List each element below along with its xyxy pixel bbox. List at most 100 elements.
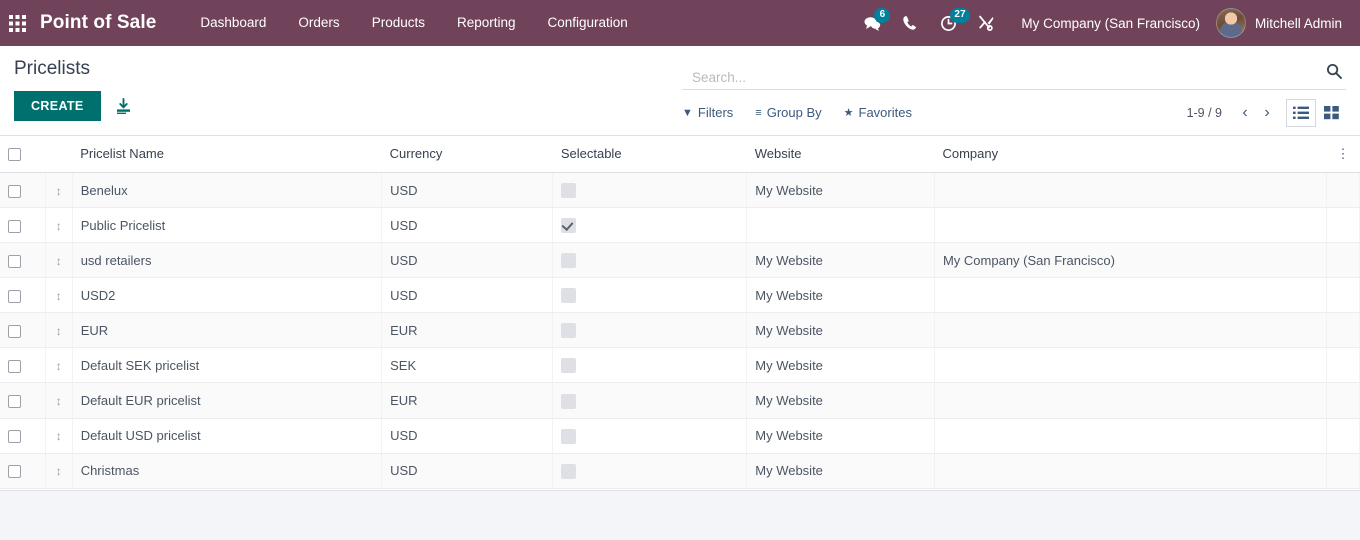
cell-row-end <box>1326 347 1360 384</box>
activities-clock-icon[interactable]: 27 <box>929 0 970 46</box>
select-all-checkbox[interactable] <box>8 148 21 162</box>
vertical-dots-icon[interactable]: ⋮ <box>1334 147 1351 160</box>
search-input[interactable] <box>682 70 1326 86</box>
drag-handle-icon[interactable]: ↕ <box>56 359 62 373</box>
drag-handle-icon[interactable]: ↕ <box>56 429 62 443</box>
selectable-checkbox-checked[interactable] <box>561 218 577 234</box>
messages-icon[interactable]: 6 <box>853 0 891 46</box>
select-all-header <box>0 136 46 174</box>
column-header-name[interactable]: Pricelist Name <box>72 136 382 174</box>
pager-next-button[interactable]: › <box>1256 104 1278 122</box>
column-header-company[interactable]: Company <box>934 136 1327 174</box>
cell-currency: USD <box>381 242 554 279</box>
drag-handle-icon[interactable]: ↕ <box>56 324 62 338</box>
cell-row-end <box>1326 172 1360 209</box>
row-drag-handle-cell: ↕ <box>45 242 73 279</box>
drag-handle-icon[interactable]: ↕ <box>56 254 62 268</box>
drag-handle-icon[interactable]: ↕ <box>56 464 62 478</box>
selectable-checkbox-unchecked[interactable] <box>561 393 577 409</box>
menu-item-reporting[interactable]: Reporting <box>441 0 532 46</box>
table-row[interactable]: ↕ Default USD pricelist USD My Website <box>0 418 1360 454</box>
cell-company <box>934 207 1327 244</box>
group-by-button[interactable]: ≡ Group By <box>755 105 821 120</box>
menu-item-products[interactable]: Products <box>356 0 441 46</box>
menu-item-configuration[interactable]: Configuration <box>532 0 644 46</box>
username-label: Mitchell Admin <box>1254 15 1342 31</box>
menu-item-orders[interactable]: Orders <box>282 0 355 46</box>
cell-currency: SEK <box>381 347 554 384</box>
cell-website: My Website <box>746 242 935 279</box>
cell-company <box>934 277 1327 314</box>
menu-item-dashboard[interactable]: Dashboard <box>184 0 282 46</box>
selectable-checkbox-unchecked[interactable] <box>561 323 577 339</box>
row-select-checkbox[interactable] <box>8 465 21 479</box>
phone-icon[interactable] <box>891 0 929 46</box>
table-row[interactable]: ↕ Christmas USD My Website <box>0 453 1360 489</box>
pager-previous-button[interactable]: ‹ <box>1234 104 1256 122</box>
row-select-checkbox[interactable] <box>8 324 21 338</box>
messages-badge: 6 <box>874 8 891 23</box>
table-row[interactable]: ↕ Public Pricelist USD <box>0 207 1360 244</box>
cell-row-end <box>1326 312 1360 349</box>
filters-button[interactable]: ▼ Filters <box>682 105 733 120</box>
user-menu[interactable]: Mitchell Admin <box>1215 8 1360 38</box>
row-drag-handle-cell: ↕ <box>45 207 73 244</box>
top-navbar: Point of Sale Dashboard Orders Products … <box>0 0 1360 46</box>
selectable-checkbox-unchecked[interactable] <box>561 183 577 199</box>
drag-handle-icon[interactable]: ↕ <box>56 219 62 233</box>
active-company-label[interactable]: My Company (San Francisco) <box>1005 16 1216 31</box>
row-select-checkbox[interactable] <box>8 359 21 373</box>
table-row[interactable]: ↕ usd retailers USD My Website My Company (S… <box>0 242 1360 279</box>
row-select-checkbox[interactable] <box>8 254 21 268</box>
cell-website: My Website <box>746 347 935 384</box>
tools-icon[interactable] <box>967 0 1005 46</box>
table-row[interactable]: ↕ Benelux USD My Website <box>0 172 1360 209</box>
table-row[interactable]: ↕ Default EUR pricelist EUR My Website <box>0 382 1360 419</box>
table-row[interactable]: ↕ Default SEK pricelist SEK My Website <box>0 347 1360 384</box>
navbar-right-zone: 6 27 My Company (San Francisco) Mitchell… <box>853 0 1360 46</box>
app-brand-title[interactable]: Point of Sale <box>40 12 156 34</box>
star-icon: ★ <box>843 107 854 119</box>
table-row[interactable]: ↕ EUR EUR My Website <box>0 312 1360 349</box>
row-drag-handle-cell: ↕ <box>45 277 73 314</box>
kanban-view-button[interactable] <box>1316 99 1346 127</box>
drag-handle-icon[interactable]: ↕ <box>56 184 62 198</box>
column-header-currency[interactable]: Currency <box>381 136 553 174</box>
cell-currency: EUR <box>381 312 554 349</box>
cell-selectable <box>552 382 748 419</box>
row-select-checkbox[interactable] <box>8 289 21 303</box>
row-select-checkbox[interactable] <box>8 395 21 408</box>
cell-pricelist-name: Public Pricelist <box>72 207 383 244</box>
favorites-button[interactable]: ★ Favorites <box>844 105 912 120</box>
table-row[interactable]: ↕ USD2 USD My Website <box>0 277 1360 314</box>
cell-website: My Website <box>746 277 935 314</box>
favorites-label: Favorites <box>858 105 912 120</box>
column-header-website[interactable]: Website <box>746 136 935 174</box>
apps-grid-icon[interactable] <box>0 0 34 46</box>
cell-selectable <box>552 347 748 384</box>
drag-handle-icon[interactable]: ↕ <box>56 289 62 303</box>
table-body: ↕ Benelux USD My Website ↕ Public Pricelist US… <box>0 172 1360 489</box>
list-view-button[interactable] <box>1286 98 1316 127</box>
row-select-checkbox[interactable] <box>8 430 21 444</box>
cell-currency: EUR <box>381 382 554 419</box>
table-bottom-border <box>0 488 1360 491</box>
selectable-checkbox-unchecked[interactable] <box>561 253 577 269</box>
drag-handle-icon[interactable]: ↕ <box>56 394 62 408</box>
import-download-icon[interactable] <box>115 97 132 115</box>
selectable-checkbox-unchecked[interactable] <box>561 358 577 374</box>
row-select-cell <box>0 312 46 349</box>
row-select-checkbox[interactable] <box>8 219 21 233</box>
filters-label: Filters <box>697 105 734 120</box>
cell-selectable <box>552 453 748 489</box>
column-header-selectable[interactable]: Selectable <box>552 136 747 174</box>
selectable-checkbox-unchecked[interactable] <box>561 288 577 304</box>
selectable-checkbox-unchecked[interactable] <box>561 463 577 479</box>
row-select-checkbox[interactable] <box>8 184 21 198</box>
optional-columns-header: ⋮ <box>1326 136 1360 174</box>
selectable-checkbox-unchecked[interactable] <box>561 428 577 444</box>
search-icon[interactable] <box>1326 63 1346 86</box>
create-button[interactable]: CREATE <box>14 91 101 121</box>
cell-row-end <box>1326 277 1360 314</box>
cell-row-end <box>1326 242 1360 279</box>
